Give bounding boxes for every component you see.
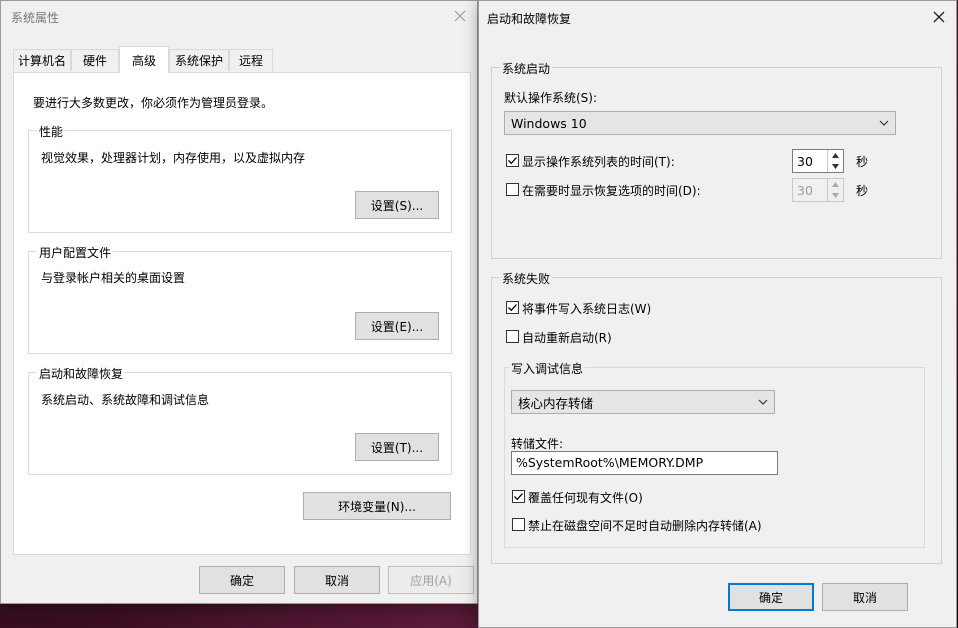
tab-hardware[interactable]: 硬件 <box>71 49 119 71</box>
startup-recovery-settings-button[interactable]: 设置(T)... <box>355 433 439 461</box>
debug-info-label: 写入调试信息 <box>509 360 585 377</box>
checkmark-icon <box>513 491 524 502</box>
spin-up-icon <box>832 153 839 158</box>
performance-label: 性能 <box>37 123 65 140</box>
close-button[interactable] <box>926 4 952 30</box>
startup-recovery-group: 启动和故障恢复 系统启动、系统故障和调试信息 设置(T)... <box>28 372 452 475</box>
tab-panel-advanced: 要进行大多数更改，你必须作为管理员登录。 性能 视觉效果，处理器计划，内存使用，… <box>13 72 471 555</box>
write-event-label: 将事件写入系统日志(W) <box>522 300 651 317</box>
checkmark-icon <box>507 302 518 313</box>
tab-advanced[interactable]: 高级 <box>119 46 169 73</box>
spin-up-button[interactable] <box>827 150 843 161</box>
overwrite-checkbox[interactable] <box>512 490 525 503</box>
disable-auto-delete-checkbox[interactable] <box>512 518 525 531</box>
close-icon <box>454 10 466 22</box>
title-bar: 启动和故障恢复 <box>479 1 956 31</box>
user-profiles-description: 与登录帐户相关的桌面设置 <box>41 269 185 286</box>
dump-file-value: %SystemRoot%\MEMORY.DMP <box>516 455 703 470</box>
system-startup-label: 系统启动 <box>500 60 552 77</box>
dialog-title: 启动和故障恢复 <box>487 10 571 27</box>
dump-file-label: 转储文件: <box>511 435 563 452</box>
startup-recovery-dialog: 启动和故障恢复 系统启动 默认操作系统(S): Windows 10 显示操作系… <box>478 0 957 628</box>
dump-type-select[interactable]: 核心内存转储 <box>511 390 775 414</box>
chevron-down-icon <box>879 118 889 128</box>
show-os-list-checkbox[interactable] <box>506 154 519 167</box>
default-os-select[interactable]: Windows 10 <box>504 111 896 135</box>
spin-down-icon <box>832 164 839 169</box>
tab-computer-name[interactable]: 计算机名 <box>13 49 71 71</box>
close-icon <box>933 11 945 23</box>
show-recovery-checkbox[interactable] <box>506 183 519 196</box>
show-os-list-value: 30 <box>797 154 813 169</box>
environment-variables-button[interactable]: 环境变量(N)... <box>303 492 451 520</box>
tab-system-protection[interactable]: 系统保护 <box>169 49 229 71</box>
spin-down-button[interactable] <box>827 161 843 172</box>
write-event-checkbox[interactable] <box>506 301 519 314</box>
cancel-button[interactable]: 取消 <box>294 566 380 594</box>
ok-button[interactable]: 确定 <box>728 583 814 611</box>
show-os-list-unit: 秒 <box>856 153 868 170</box>
dialog-title: 系统属性 <box>11 9 59 26</box>
user-profiles-settings-button[interactable]: 设置(E)... <box>355 312 439 340</box>
tab-remote[interactable]: 远程 <box>229 49 273 71</box>
show-recovery-label: 在需要时显示恢复选项的时间(D): <box>522 182 701 199</box>
performance-description: 视觉效果，处理器计划，内存使用，以及虚拟内存 <box>41 149 305 166</box>
overwrite-label: 覆盖任何现有文件(O) <box>528 489 643 506</box>
apply-button[interactable]: 应用(A) <box>388 566 474 594</box>
show-os-list-spinner[interactable]: 30 <box>792 149 844 173</box>
show-recovery-unit: 秒 <box>856 182 868 199</box>
chevron-down-icon <box>758 397 768 407</box>
dump-type-value: 核心内存转储 <box>518 393 593 412</box>
show-os-list-label: 显示操作系统列表的时间(T): <box>522 153 675 170</box>
show-recovery-spinner[interactable]: 30 <box>792 178 844 202</box>
disable-auto-delete-label: 禁止在磁盘空间不足时自动删除内存转储(A) <box>528 517 762 534</box>
show-recovery-value: 30 <box>797 183 813 198</box>
auto-restart-label: 自动重新启动(R) <box>522 329 612 346</box>
performance-group: 性能 视觉效果，处理器计划，内存使用，以及虚拟内存 设置(S)... <box>28 130 452 233</box>
system-properties-dialog: 系统属性 计算机名 硬件 高级 系统保护 远程 要进行大多数更改，你必须作为管理… <box>0 0 478 604</box>
user-profiles-group: 用户配置文件 与登录帐户相关的桌面设置 设置(E)... <box>28 251 452 354</box>
spin-down-icon <box>832 193 839 198</box>
user-profiles-label: 用户配置文件 <box>37 244 113 261</box>
spin-down-button[interactable] <box>827 190 843 201</box>
auto-restart-checkbox[interactable] <box>506 330 519 343</box>
dump-file-input[interactable]: %SystemRoot%\MEMORY.DMP <box>511 451 778 475</box>
checkmark-icon <box>507 155 518 166</box>
debug-info-group: 写入调试信息 核心内存转储 转储文件: %SystemRoot%\MEMORY.… <box>504 367 925 548</box>
ok-button[interactable]: 确定 <box>199 566 285 594</box>
cancel-button[interactable]: 取消 <box>822 583 908 611</box>
spin-up-button[interactable] <box>827 179 843 190</box>
performance-settings-button[interactable]: 设置(S)... <box>355 191 439 219</box>
close-button[interactable] <box>447 3 473 29</box>
title-bar: 系统属性 <box>1 1 477 31</box>
default-os-value: Windows 10 <box>511 116 587 131</box>
default-os-label: 默认操作系统(S): <box>504 89 597 106</box>
spin-up-icon <box>832 182 839 187</box>
system-failure-label: 系统失败 <box>500 270 552 287</box>
startup-recovery-description: 系统启动、系统故障和调试信息 <box>41 391 209 408</box>
system-startup-group: 系统启动 默认操作系统(S): Windows 10 显示操作系统列表的时间(T… <box>491 67 942 259</box>
admin-note: 要进行大多数更改，你必须作为管理员登录。 <box>33 94 273 111</box>
startup-recovery-label: 启动和故障恢复 <box>37 365 125 382</box>
system-failure-group: 系统失败 将事件写入系统日志(W) 自动重新启动(R) 写入调试信息 核心内存转… <box>491 277 942 564</box>
